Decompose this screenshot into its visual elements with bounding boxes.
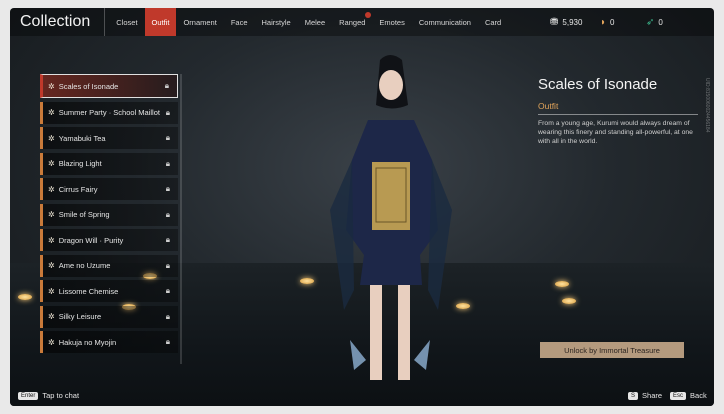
currency-coins: ⛃ 5,930 <box>550 8 582 36</box>
outfit-label: Smile of Spring <box>58 210 110 219</box>
outfit-list-item[interactable]: ✲ Lissome Chemise 🔒︎ <box>40 280 178 302</box>
outfit-star-icon: ✲ <box>48 184 55 194</box>
outfit-list-item[interactable]: ✲ Dragon Will · Purity 🔒︎ <box>40 229 178 251</box>
unlock-button[interactable]: Unlock by Immortal Treasure <box>540 342 684 358</box>
tab-label: Outfit <box>151 17 170 27</box>
outfit-list-item[interactable]: ✲ Yamabuki Tea 🔒︎ <box>40 127 178 149</box>
outfit-name: Scales of Isonade <box>538 76 658 93</box>
outfit-star-icon: ✲ <box>48 81 55 91</box>
outfit-star-icon: ✲ <box>48 133 55 143</box>
lantern-decoration <box>18 294 32 300</box>
lock-icon: 🔒︎ <box>165 337 170 346</box>
outfit-label: Ame no Uzume <box>58 261 111 270</box>
s-key-icon: S <box>628 391 639 400</box>
tab-label: Card <box>484 17 502 27</box>
lantern-decoration <box>562 298 576 304</box>
tab-label: Hairstyle <box>261 17 291 27</box>
outfit-star-icon: ✲ <box>48 312 55 321</box>
outfit-list-item[interactable]: ✲ Ame no Uzume 🔒︎ <box>40 254 178 277</box>
outfit-label: Yamabuki Tea <box>58 133 106 143</box>
outfit-label: Lissome Chemise <box>58 286 119 296</box>
outfit-category: Outfit <box>538 101 559 111</box>
outfit-star-icon: ✲ <box>48 261 55 270</box>
outfit-star-icon: ✲ <box>48 337 55 347</box>
back-label: Back <box>690 391 707 400</box>
lock-icon: 🔒︎ <box>165 311 170 321</box>
share-label: Share <box>642 391 663 400</box>
outfit-star-icon: ✲ <box>48 108 55 117</box>
tab-closet[interactable]: Closet <box>109 8 144 36</box>
list-scrollbar[interactable] <box>180 74 182 364</box>
outfit-label: Silky Leisure <box>58 312 102 321</box>
outfit-star-icon: ✲ <box>48 235 55 245</box>
character-model[interactable] <box>310 50 470 400</box>
lock-icon: 🔒︎ <box>165 184 170 193</box>
tab-label: Ornament <box>183 17 217 27</box>
lock-icon: 🔒︎ <box>165 235 170 244</box>
outfit-label: Dragon Will · Purity <box>58 235 124 245</box>
currency-value: 5,930 <box>562 17 583 27</box>
lantern-decoration <box>555 281 569 287</box>
tab-label: Communication <box>418 17 471 27</box>
player-id: UID:8150060024456184 <box>704 78 710 133</box>
currency-value: 0 <box>658 17 663 27</box>
feather-icon: ➶ <box>646 16 655 28</box>
chat-label: Tap to chat <box>42 391 80 400</box>
lock-icon: 🔒︎ <box>165 107 170 117</box>
tab-communication[interactable]: Communication <box>412 8 478 36</box>
outfit-label: Hakuja no Myojin <box>58 337 117 347</box>
lock-icon: 🔒︎ <box>164 81 169 90</box>
tab-outfit[interactable]: Outfit <box>144 8 177 36</box>
tab-card[interactable]: Card <box>478 8 508 36</box>
divider <box>538 114 698 115</box>
tab-ornament[interactable]: Ornament <box>176 8 223 36</box>
currency-feather: ➶ 0 <box>646 8 663 36</box>
outfit-list-item[interactable]: ✲ Cirrus Fairy 🔒︎ <box>40 178 178 200</box>
lock-icon: 🔒︎ <box>165 158 170 168</box>
outfit-list-item[interactable]: ✲ Silky Leisure 🔒︎ <box>40 305 178 328</box>
tab-melee[interactable]: Melee <box>298 8 332 36</box>
tab-label: Ranged <box>339 17 366 27</box>
lock-icon: 🔒︎ <box>165 260 170 270</box>
outfit-label: Blazing Light <box>58 159 102 168</box>
tab-emotes[interactable]: Emotes <box>372 8 411 36</box>
currency-pouch: ◗ 0 <box>600 8 615 36</box>
lock-icon: 🔒︎ <box>165 133 170 142</box>
pouch-icon: ◗ <box>600 16 607 28</box>
tab-hairstyle[interactable]: Hairstyle <box>255 8 298 36</box>
outfit-label: Summer Party · School Maillot <box>58 108 160 117</box>
share-button[interactable]: S Share <box>628 391 662 400</box>
tab-ranged[interactable]: Ranged <box>332 8 372 36</box>
page-title: Collection <box>20 13 91 30</box>
tab-label: Face <box>230 17 248 27</box>
outfit-list-item[interactable]: ✲ Smile of Spring 🔒︎ <box>40 203 178 226</box>
lock-icon: 🔒︎ <box>165 286 170 295</box>
back-button[interactable]: Esc Back <box>670 391 707 400</box>
outfit-star-icon: ✲ <box>48 210 55 219</box>
outfit-label: Cirrus Fairy <box>58 184 98 194</box>
coin-stack-icon: ⛃ <box>550 16 559 28</box>
tab-label: Melee <box>304 17 326 27</box>
outfit-label: Scales of Isonade <box>58 81 119 91</box>
outfit-detail: Scales of Isonade Outfit From a young ag… <box>538 76 698 146</box>
currency-value: 0 <box>610 17 615 27</box>
game-viewport: Collection Closet Outfit Ornament Face Hairs… <box>10 8 714 406</box>
outfit-star-icon: ✲ <box>48 159 55 168</box>
tab-label: Emotes <box>379 17 405 27</box>
outfit-list: ✲ Scales of Isonade 🔒︎ ✲ Summer Party · Scho… <box>40 74 178 357</box>
chat-hint[interactable]: Enter Tap to chat <box>18 391 79 400</box>
esc-key-icon: Esc <box>670 391 687 400</box>
outfit-list-item[interactable]: ✲ Blazing Light 🔒︎ <box>40 152 178 175</box>
tab-face[interactable]: Face <box>224 8 255 36</box>
enter-key-icon: Enter <box>18 391 39 400</box>
lock-icon: 🔒︎ <box>165 209 170 219</box>
outfit-description: From a young age, Kurumi would always dr… <box>538 120 693 145</box>
outfit-list-item[interactable]: ✲ Scales of Isonade 🔒︎ <box>40 74 178 98</box>
tab-label: Closet <box>116 17 138 27</box>
outfit-list-item[interactable]: ✲ Hakuja no Myojin 🔒︎ <box>40 331 178 353</box>
outfit-list-item[interactable]: ✲ Summer Party · School Maillot 🔒︎ <box>40 101 178 124</box>
outfit-star-icon: ✲ <box>48 286 55 296</box>
notification-badge <box>365 12 372 18</box>
category-tabs: Closet Outfit Ornament Face Hairstyle Melee Ra… <box>104 8 508 36</box>
